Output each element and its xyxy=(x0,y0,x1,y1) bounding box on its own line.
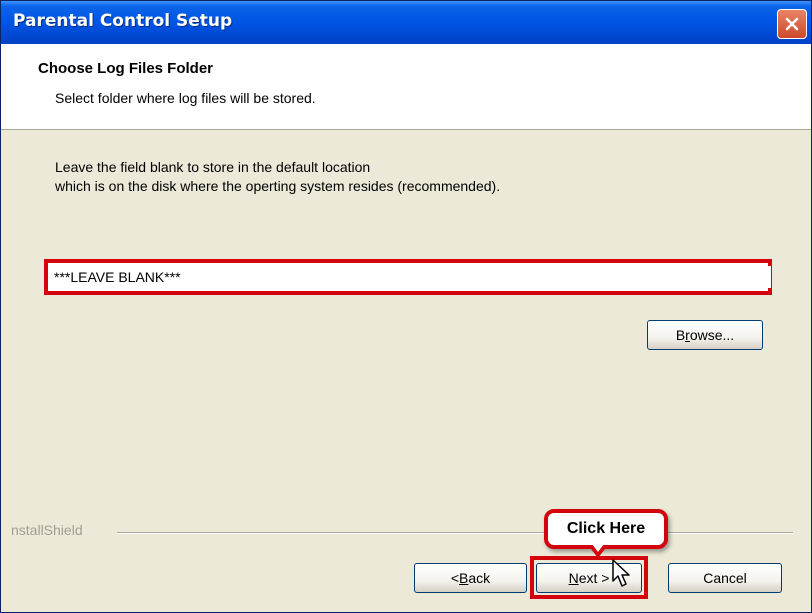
browse-label-post: owse... xyxy=(689,327,735,343)
page-subtitle: Select folder where log files will be st… xyxy=(55,90,316,106)
cancel-button[interactable]: Cancel xyxy=(668,563,782,593)
folder-input-highlight xyxy=(44,259,772,295)
instruction-line-2: which is on the disk where the operting … xyxy=(55,178,501,194)
hand-cursor-icon xyxy=(612,559,630,587)
installshield-branding: nstallShield xyxy=(11,522,83,538)
close-button[interactable] xyxy=(777,9,807,39)
browse-button[interactable]: Br owse... xyxy=(647,320,763,350)
back-label-pre: < xyxy=(450,570,460,586)
window-title: Parental Control Setup xyxy=(13,11,233,31)
callout-tail-fill xyxy=(592,544,604,552)
instruction-line-1: Leave the field blank to store in the de… xyxy=(55,159,371,175)
click-here-callout: Click Here xyxy=(544,509,668,549)
setup-dialog: Parental Control Setup Choose Log Files … xyxy=(0,0,812,613)
header-panel: Choose Log Files Folder Select folder wh… xyxy=(1,44,811,130)
close-icon xyxy=(785,17,799,31)
log-folder-input[interactable] xyxy=(51,266,771,288)
back-label-post: ack xyxy=(468,570,491,586)
back-label-mnemonic: B xyxy=(459,570,469,586)
back-button[interactable]: < Back xyxy=(414,563,527,593)
instructions: Leave the field blank to store in the de… xyxy=(55,158,500,196)
page-title: Choose Log Files Folder xyxy=(38,60,214,77)
browse-label-pre: B xyxy=(675,327,686,343)
title-bar[interactable]: Parental Control Setup xyxy=(1,1,811,44)
footer-divider xyxy=(117,532,793,534)
